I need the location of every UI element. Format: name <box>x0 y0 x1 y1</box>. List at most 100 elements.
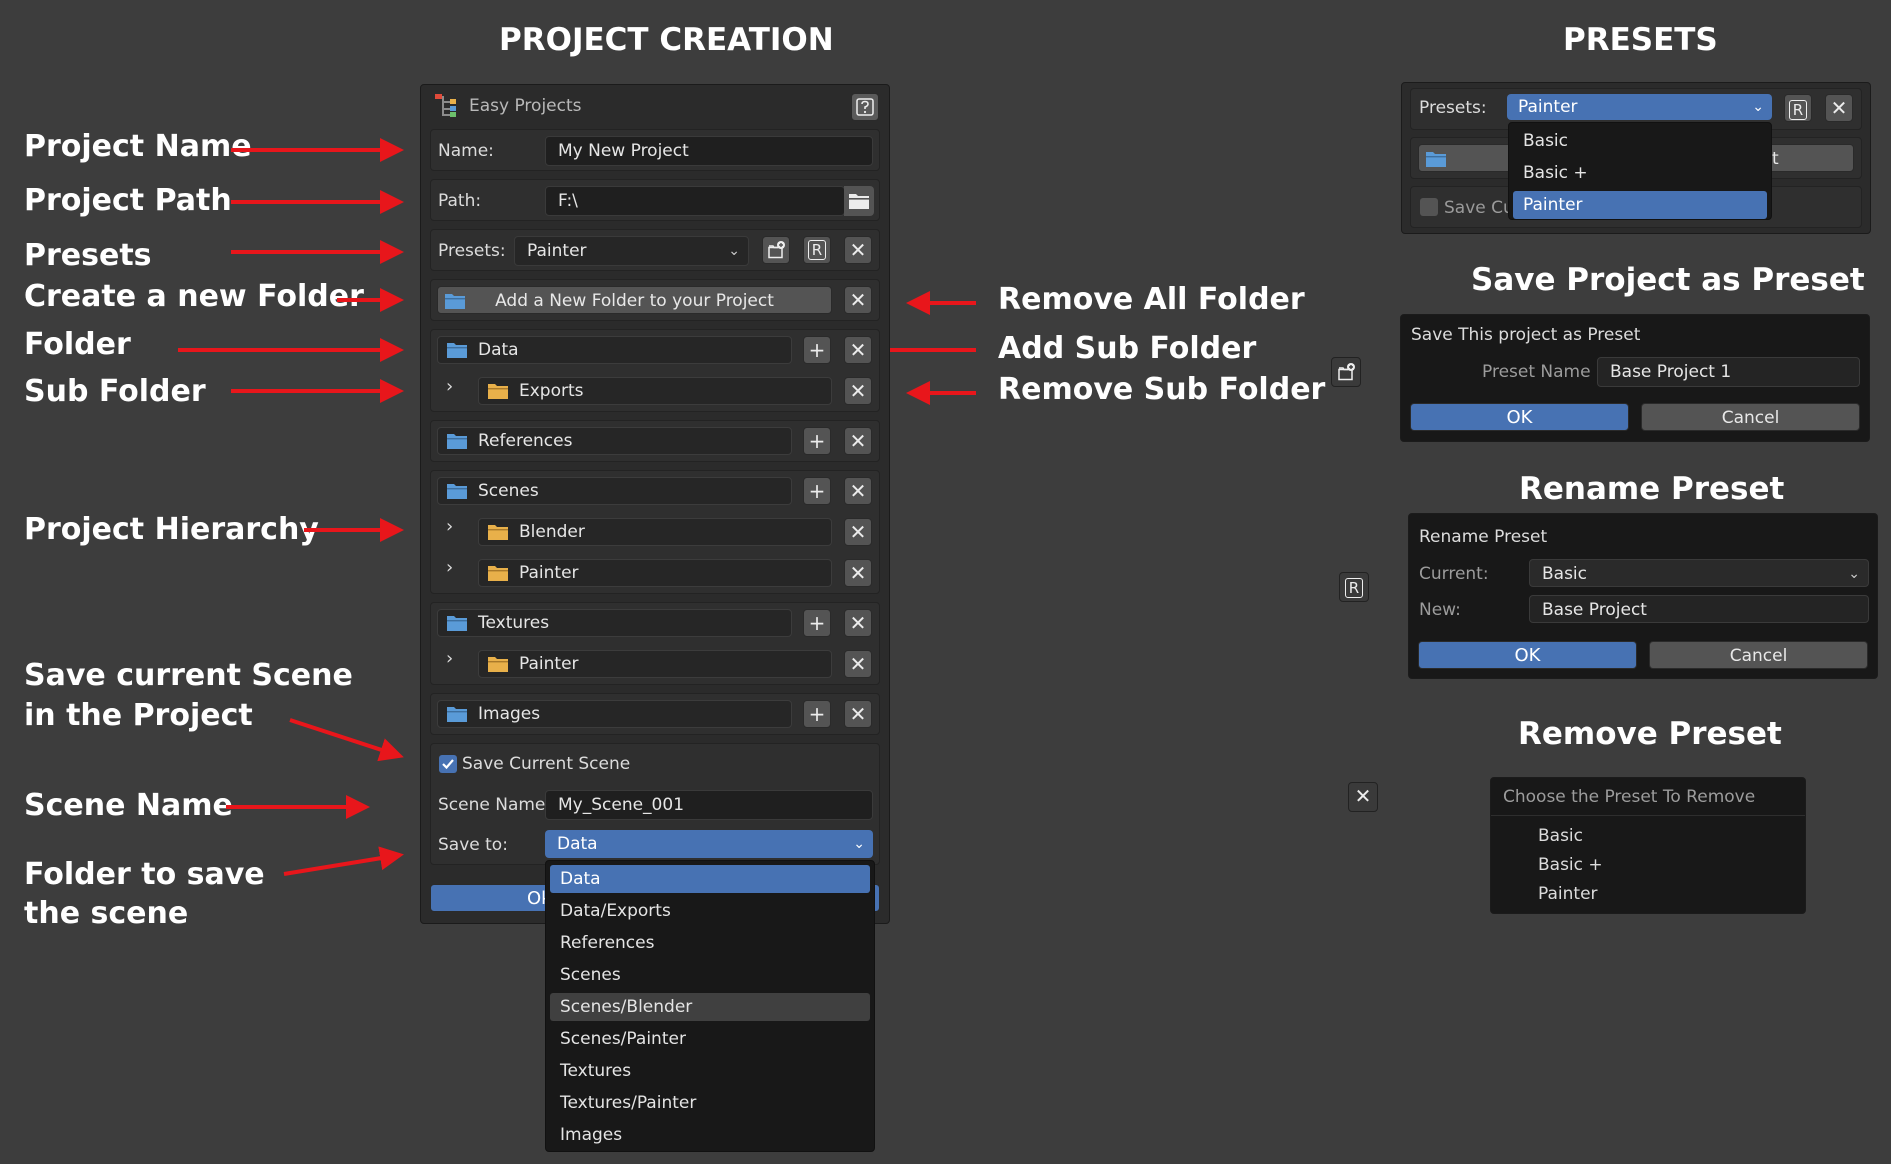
presets-panel-dropdown[interactable]: Painter ⌄ <box>1507 94 1772 120</box>
remove-folder-button[interactable]: ✕ <box>844 609 872 637</box>
annotation-presets: Presets <box>24 238 152 273</box>
remove-sub-folder-button[interactable]: ✕ <box>844 377 872 405</box>
rename-preset-icon-button[interactable]: R <box>1339 572 1369 602</box>
close-icon: ✕ <box>849 479 867 503</box>
folder-add-icon <box>445 294 465 309</box>
close-icon: ✕ <box>849 561 867 585</box>
save-to-option[interactable]: Textures <box>550 1057 870 1085</box>
folder-yellow-icon <box>488 566 508 581</box>
remove-folder-button[interactable]: ✕ <box>844 700 872 728</box>
presets-heading: PRESETS <box>1563 22 1718 58</box>
save-to-option[interactable]: Images <box>550 1121 870 1149</box>
folder-name-data[interactable]: Data <box>437 336 792 364</box>
save-to-option[interactable]: Data <box>550 865 870 893</box>
add-sub-folder-button[interactable]: + <box>803 700 831 728</box>
annotation-create-new-folder: Create a new Folder <box>24 279 364 314</box>
save-preset-cancel-button[interactable]: Cancel <box>1641 403 1860 431</box>
annotation-remove-sub-folder: Remove Sub Folder <box>998 372 1326 407</box>
add-sub-folder-button[interactable]: + <box>803 609 831 637</box>
sub-folder-label: Painter <box>519 563 579 583</box>
preset-option[interactable]: Basic + <box>1513 159 1767 187</box>
remove-sub-folder-button[interactable]: ✕ <box>844 650 872 678</box>
folder-name-references[interactable]: References <box>437 427 792 455</box>
sub-folder-name[interactable]: Blender <box>478 518 832 546</box>
new-preset-name-input[interactable]: Base Project <box>1529 595 1869 623</box>
remove-preset-option[interactable]: Basic + <box>1538 855 1603 875</box>
presets-panel-rename-button[interactable]: R <box>1784 94 1812 122</box>
presets-panel-save-checkbox[interactable] <box>1420 198 1438 216</box>
remove-preset-option[interactable]: Basic <box>1538 826 1583 846</box>
folder-blue-icon <box>447 434 467 449</box>
add-sub-folder-button[interactable]: + <box>803 477 831 505</box>
preset-option[interactable]: Basic <box>1513 127 1767 155</box>
remove-sub-folder-button[interactable]: ✕ <box>844 518 872 546</box>
save-to-option[interactable]: Scenes <box>550 961 870 989</box>
save-scene-checkbox[interactable] <box>439 755 457 773</box>
project-name-input[interactable]: My New Project <box>545 136 873 166</box>
current-preset-dropdown[interactable]: Basic ⌄ <box>1529 559 1869 587</box>
close-icon: ✕ <box>849 702 867 726</box>
remove-preset-option[interactable]: Painter <box>1538 884 1598 904</box>
scene-name-input[interactable]: My_Scene_001 <box>545 790 873 820</box>
add-new-folder-button[interactable]: Add a New Folder to your Project <box>437 286 832 314</box>
rename-r-icon: R <box>1345 578 1363 598</box>
sub-folder-name[interactable]: Painter <box>478 650 832 678</box>
project-path-input[interactable]: F:\ <box>545 186 845 216</box>
remove-preset-icon-button[interactable]: ✕ <box>1348 782 1378 812</box>
folder-name-images[interactable]: Images <box>437 700 792 728</box>
add-sub-folder-button[interactable]: + <box>803 336 831 364</box>
preset-name-label: Preset Name <box>1482 362 1591 382</box>
path-label: Path: <box>438 191 482 211</box>
folder-blue-icon <box>447 484 467 499</box>
save-to-dropdown[interactable]: Data ⌄ <box>545 830 873 858</box>
folder-browse-icon <box>849 194 869 209</box>
expand-chevron-icon[interactable]: › <box>446 648 453 669</box>
sub-folder-label: Painter <box>519 654 579 674</box>
expand-chevron-icon[interactable]: › <box>446 516 453 537</box>
rename-preset-button[interactable]: R <box>803 236 831 264</box>
folder-blue-icon <box>447 707 467 722</box>
add-sub-folder-button[interactable]: + <box>803 427 831 455</box>
rename-preset-cancel-button[interactable]: Cancel <box>1649 641 1868 669</box>
save-preset-ok-button[interactable]: OK <box>1410 403 1629 431</box>
presets-panel-save-label: Save Cu <box>1444 198 1514 218</box>
sub-folder-name[interactable]: Painter <box>478 559 832 587</box>
folder-label: Images <box>478 704 541 724</box>
remove-folder-button[interactable]: ✕ <box>844 427 872 455</box>
rename-preset-heading: Rename Preset <box>1519 471 1785 507</box>
expand-chevron-icon[interactable]: › <box>446 376 453 397</box>
save-to-option[interactable]: Textures/Painter <box>550 1089 870 1117</box>
save-preset-icon-button[interactable] <box>1331 357 1361 387</box>
annotation-folder: Folder <box>24 327 131 362</box>
remove-sub-folder-button[interactable]: ✕ <box>844 559 872 587</box>
expand-chevron-icon[interactable]: › <box>446 557 453 578</box>
close-icon: ✕ <box>849 520 867 544</box>
save-to-option[interactable]: Scenes/Painter <box>550 1025 870 1053</box>
remove-all-folders-button[interactable]: ✕ <box>844 286 872 314</box>
annotation-scene-name: Scene Name <box>24 788 233 823</box>
folder-label: Scenes <box>478 481 539 501</box>
folder-name-scenes[interactable]: Scenes <box>437 477 792 505</box>
preset-option[interactable]: Painter <box>1513 191 1767 219</box>
close-icon: ✕ <box>849 429 867 453</box>
presets-panel-remove-button[interactable]: ✕ <box>1825 94 1853 122</box>
save-to-option[interactable]: References <box>550 929 870 957</box>
plus-icon: + <box>808 429 826 453</box>
preset-name-input[interactable]: Base Project 1 <box>1597 357 1860 387</box>
save-preset-header: Save This project as Preset <box>1411 325 1641 345</box>
save-preset-button[interactable] <box>762 236 790 264</box>
browse-path-button[interactable] <box>844 186 874 216</box>
presets-dropdown[interactable]: Painter ⌄ <box>514 236 749 266</box>
remove-preset-button[interactable]: ✕ <box>844 236 872 264</box>
save-to-option[interactable]: Data/Exports <box>550 897 870 925</box>
save-preset-icon <box>768 241 785 259</box>
remove-folder-button[interactable]: ✕ <box>844 336 872 364</box>
panel-title: Easy Projects <box>469 96 582 116</box>
save-to-option[interactable]: Scenes/Blender <box>550 993 870 1021</box>
sub-folder-name[interactable]: Exports <box>478 377 832 405</box>
folder-name-textures[interactable]: Textures <box>437 609 792 637</box>
remove-folder-button[interactable]: ✕ <box>844 477 872 505</box>
help-button[interactable] <box>851 93 879 121</box>
save-project-as-preset-heading: Save Project as Preset <box>1471 262 1865 298</box>
rename-preset-ok-button[interactable]: OK <box>1418 641 1637 669</box>
